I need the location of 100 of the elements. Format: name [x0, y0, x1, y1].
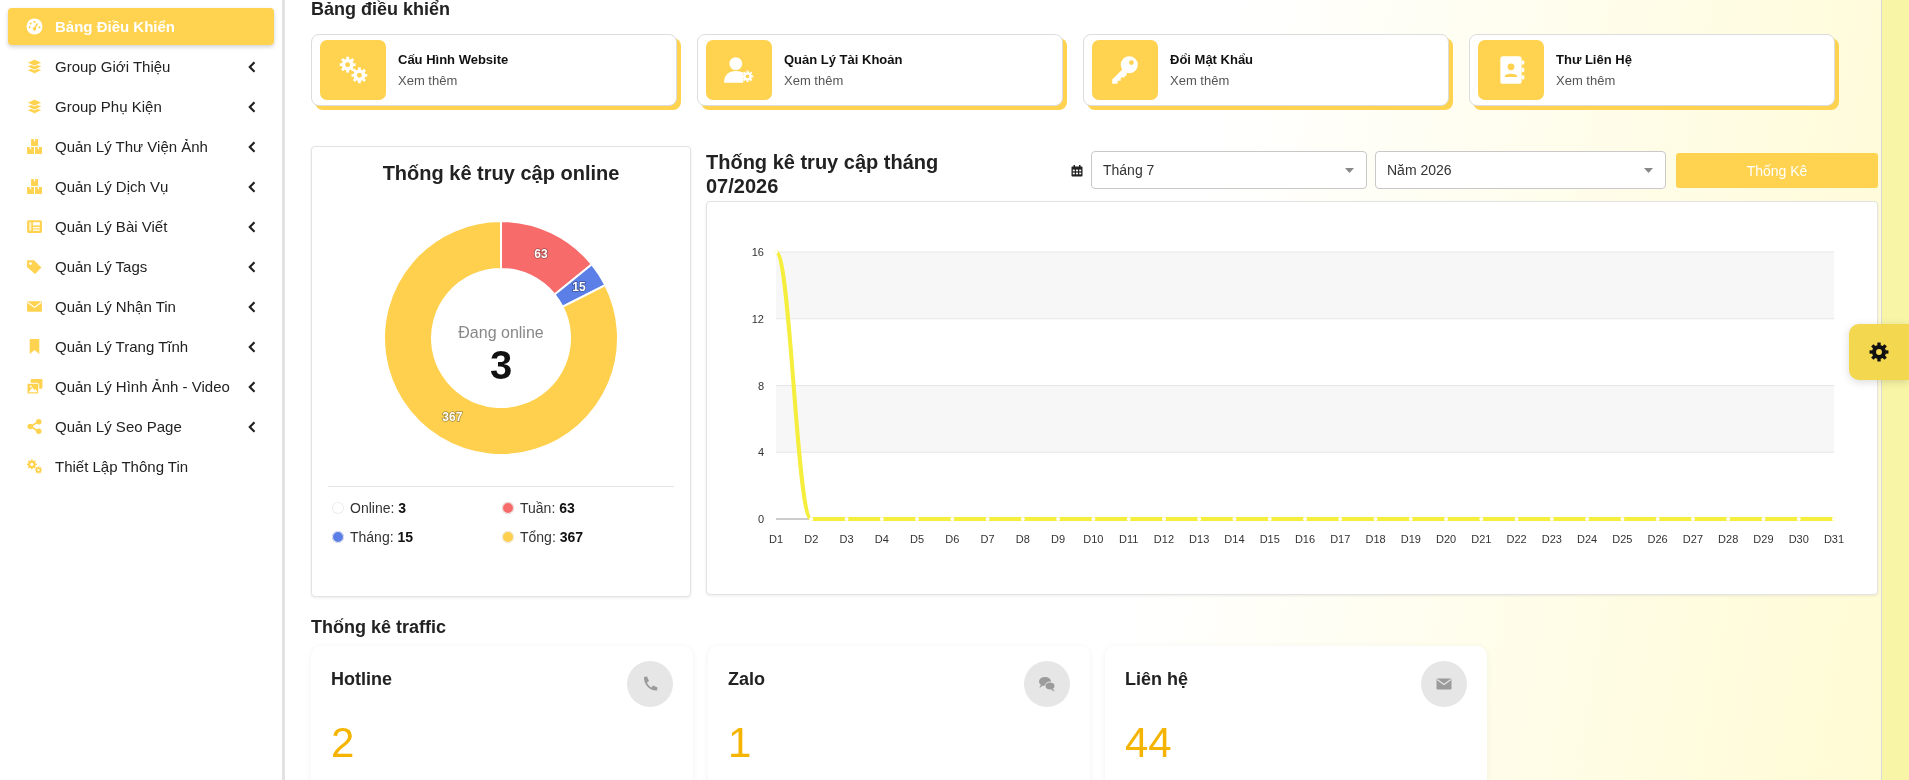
axis-label: D10 — [1083, 533, 1104, 545]
axis-label: 8 — [757, 379, 764, 392]
data-point — [1161, 517, 1166, 521]
axis-label: D11 — [1119, 533, 1139, 545]
sidebar-item[interactable]: Quản Lý Nhận Tin — [8, 288, 274, 325]
sidebar-item[interactable]: Group Phụ Kiện — [8, 88, 274, 125]
data-point — [1197, 517, 1202, 521]
sidebar-item[interactable]: Quản Lý Hình Ảnh - Video — [8, 368, 274, 405]
axis-label: 0 — [757, 513, 764, 525]
axis-label: D19 — [1400, 533, 1421, 545]
axis-label: D24 — [1577, 533, 1598, 545]
boxes-icon — [26, 178, 43, 195]
axis-label: D4 — [874, 533, 889, 545]
data-point — [774, 250, 778, 254]
chevron-left-icon — [248, 300, 256, 313]
legend-text: Tháng: 15 — [350, 529, 414, 545]
axis-label: D14 — [1224, 533, 1245, 545]
key-icon — [1092, 40, 1158, 100]
axis-label: D25 — [1612, 533, 1633, 545]
data-point — [1479, 517, 1484, 521]
axis-label: D27 — [1682, 533, 1704, 545]
axis-label: D7 — [980, 533, 995, 545]
data-point — [809, 517, 814, 521]
page-title: Bảng điều khiển — [311, 0, 452, 18]
sidebar-item[interactable]: Quản Lý Bài Viết — [8, 208, 274, 245]
sidebar-item[interactable]: Quản Lý Dịch Vụ — [8, 168, 274, 205]
sidebar-item[interactable]: Quản Lý Thư Viện Ảnh — [8, 128, 274, 165]
axis-label: 16 — [751, 246, 764, 258]
legend-text: Tổng: 367 — [520, 529, 584, 545]
axis-label: D5 — [910, 533, 925, 545]
stat-label: Liên hệ — [1125, 669, 1188, 690]
address-book-icon — [1478, 40, 1544, 100]
axis-label: D20 — [1435, 533, 1457, 545]
axis-label: D18 — [1365, 533, 1386, 545]
sidebar-item[interactable]: Quản Lý Seo Page — [8, 408, 274, 445]
stat-value: 1 — [728, 719, 753, 767]
data-point — [1444, 517, 1449, 521]
chevron-left-icon — [248, 420, 256, 433]
sidebar-item[interactable]: Quản Lý Tags — [8, 248, 274, 285]
axis-label: D9 — [1051, 533, 1066, 545]
data-point — [1726, 517, 1731, 521]
month-select[interactable]: Tháng 7 — [1091, 151, 1367, 189]
chevron-left-icon — [248, 260, 256, 273]
axis-label: D28 — [1718, 533, 1739, 545]
stat-label: Hotline — [331, 669, 392, 690]
data-point — [1126, 517, 1131, 521]
chart-title: Thống kê truy cập online — [381, 161, 621, 185]
card-title: Quản Lý Tài Khoản — [784, 52, 903, 67]
axis-label: D8 — [1015, 533, 1030, 545]
axis-label: D6 — [945, 533, 960, 545]
chevron-left-icon — [248, 60, 256, 73]
chevron-left-icon — [248, 180, 256, 193]
axis-label: D30 — [1788, 533, 1809, 545]
axis-label: D2 — [804, 533, 819, 545]
data-point — [1267, 517, 1272, 521]
layers-icon — [26, 58, 43, 75]
settings-icon — [1867, 340, 1891, 364]
data-point — [950, 517, 955, 521]
newspaper-icon — [26, 218, 43, 235]
caret-icon — [1345, 167, 1354, 173]
axis-label: D3 — [839, 533, 854, 545]
data-point — [844, 517, 849, 521]
slice-label: 63 — [534, 247, 548, 262]
stat-value: 44 — [1125, 719, 1173, 767]
data-point — [1690, 517, 1695, 521]
more-link[interactable]: Xem thêm — [1170, 73, 1254, 88]
data-point — [1796, 517, 1801, 521]
more-link[interactable]: Xem thêm — [784, 73, 903, 88]
axis-label: D15 — [1259, 533, 1280, 545]
data-point — [879, 517, 884, 521]
data-point — [1620, 517, 1625, 521]
more-link[interactable]: Xem thêm — [398, 73, 509, 88]
data-point — [1549, 517, 1554, 521]
sidebar-item[interactable]: Group Giới Thiệu — [8, 48, 274, 85]
data-point — [1232, 517, 1237, 521]
axis-label: D22 — [1506, 533, 1527, 545]
envelope-icon — [26, 298, 43, 315]
data-point — [1514, 517, 1519, 521]
data-point — [1373, 517, 1378, 521]
legend-text: Online: 3 — [350, 500, 407, 516]
calendar-icon — [1071, 165, 1083, 177]
center-value: 3 — [489, 343, 513, 387]
sidebar-item[interactable]: Thiết Lập Thông Tin — [8, 448, 274, 485]
card-title: Đổi Mật Khẩu — [1170, 52, 1254, 67]
data-point — [985, 517, 990, 521]
chevron-left-icon — [248, 340, 256, 353]
chevron-left-icon — [248, 380, 256, 393]
legend-text: Tuần: 63 — [520, 500, 575, 516]
axis-label: 12 — [751, 312, 764, 325]
axis-label: D21 — [1471, 533, 1492, 545]
sidebar-item[interactable]: Quản Lý Trang Tĩnh — [8, 328, 274, 365]
axis-label: D23 — [1541, 533, 1562, 545]
axis-label: D16 — [1294, 533, 1316, 545]
data-point — [1408, 517, 1413, 521]
axis-label: D12 — [1153, 533, 1175, 545]
settings-button[interactable] — [1849, 324, 1909, 380]
gauge-icon — [26, 18, 43, 35]
year-select[interactable]: Năm 2026 — [1375, 151, 1666, 189]
more-link[interactable]: Xem thêm — [1556, 73, 1632, 88]
data-point — [1585, 517, 1590, 521]
